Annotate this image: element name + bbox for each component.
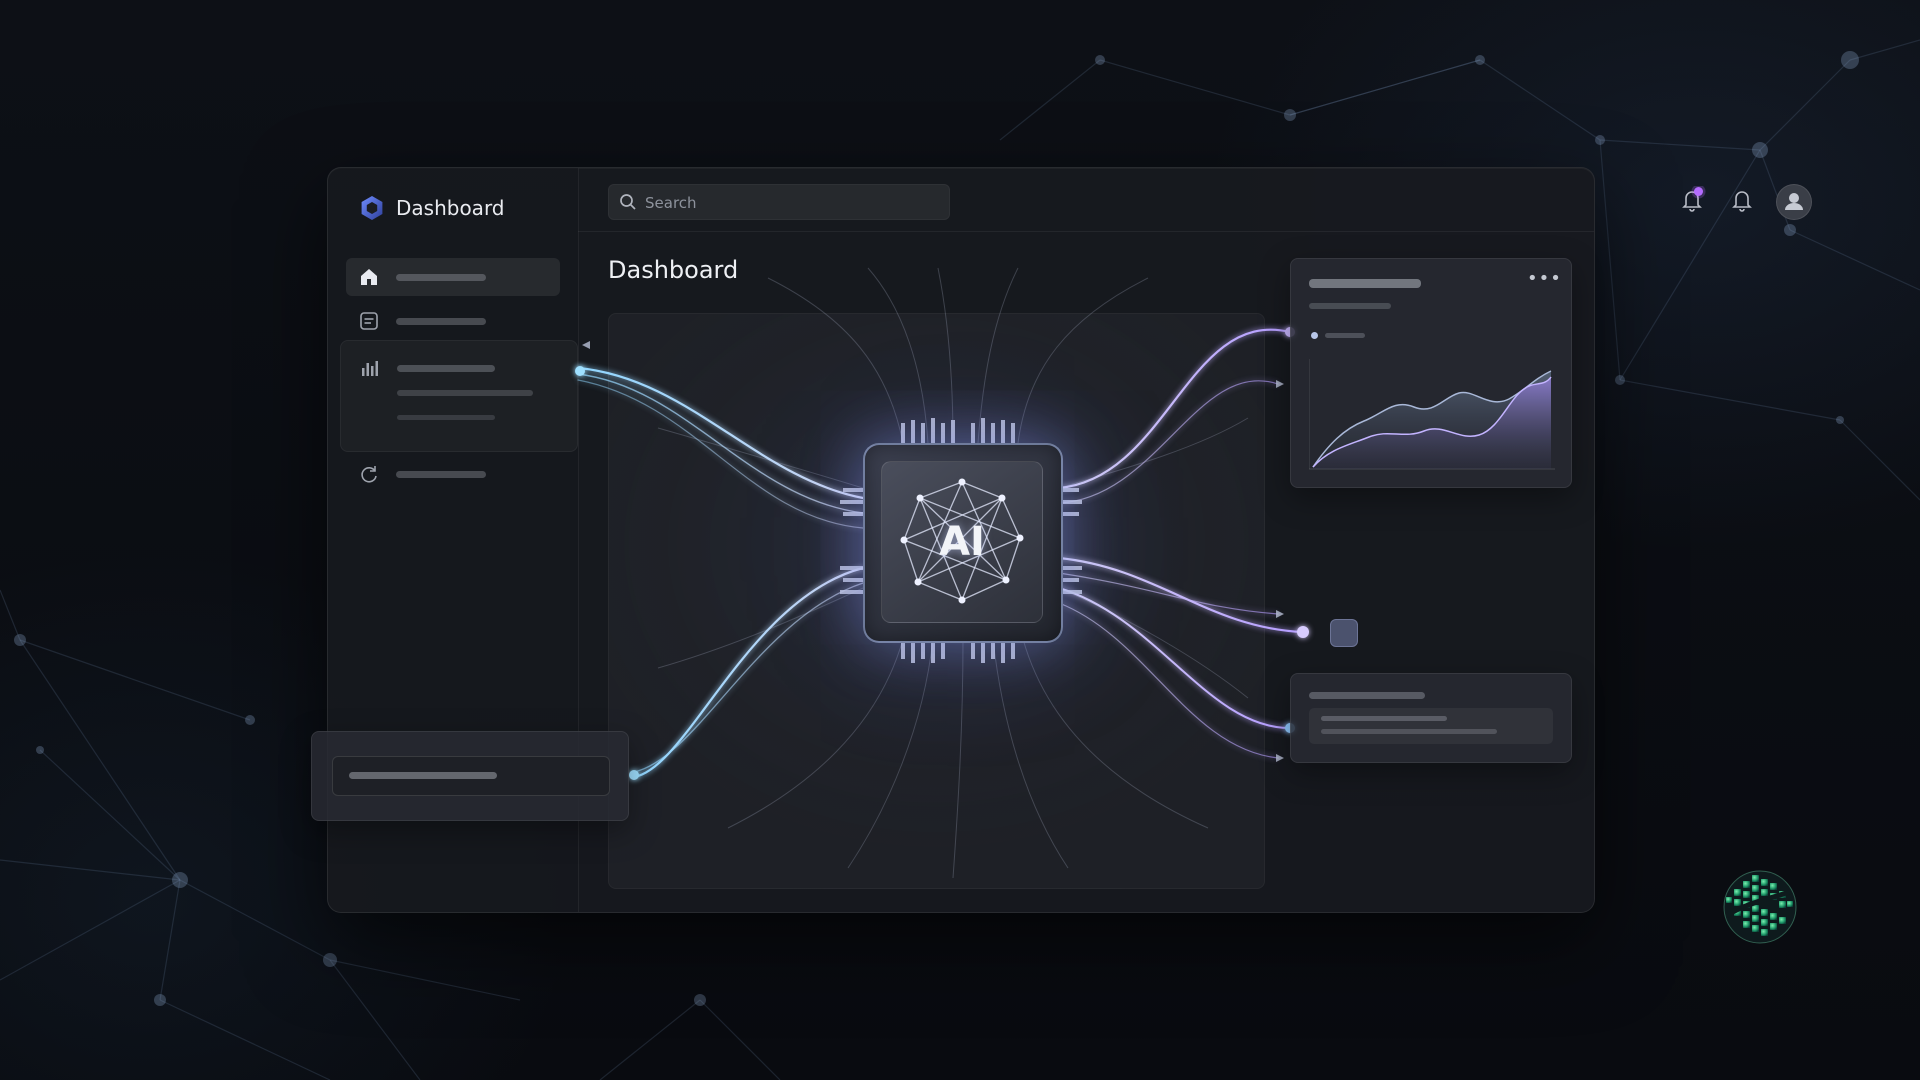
- row-line-placeholder: [1321, 716, 1447, 721]
- sidebar-item-documents[interactable]: [346, 302, 560, 340]
- sidebar-item-label-placeholder: [396, 274, 486, 281]
- summary-card[interactable]: [1290, 673, 1572, 763]
- text-field[interactable]: [332, 756, 610, 796]
- analytics-card[interactable]: •••: [1290, 258, 1572, 488]
- card-title-placeholder: [1309, 692, 1425, 699]
- app-stage: Dashboard Search Dashboard AI •••: [0, 0, 1920, 1080]
- notification-bell-with-badge-icon[interactable]: [1678, 186, 1706, 214]
- bar-chart-icon: [362, 361, 378, 376]
- user-avatar[interactable]: [1776, 184, 1812, 220]
- cycle-icon: [361, 466, 377, 483]
- sidebar-item-home[interactable]: [346, 258, 560, 296]
- sidebar-item-label-placeholder: [397, 365, 495, 372]
- connection-node[interactable]: [1330, 619, 1358, 647]
- card-title-placeholder: [1309, 279, 1421, 288]
- sidebar-item-analytics[interactable]: [340, 340, 578, 452]
- search-icon: [620, 194, 636, 210]
- hexagon-logo-icon: [361, 196, 383, 220]
- card-subtitle-placeholder: [1309, 303, 1391, 309]
- bell-icon[interactable]: [1728, 186, 1756, 214]
- sidebar-item-sync[interactable]: [346, 455, 560, 493]
- field-value-placeholder: [349, 772, 497, 779]
- globe-logo-icon: [1723, 870, 1797, 944]
- sidebar-item-label-placeholder: [396, 471, 486, 478]
- sidebar-subitem-placeholder[interactable]: [397, 415, 495, 420]
- sidebar-item-label-placeholder: [396, 318, 486, 325]
- card-row[interactable]: [1309, 708, 1553, 744]
- row-line-placeholder: [1321, 729, 1497, 734]
- search-input[interactable]: [643, 185, 937, 221]
- more-horizontal-icon[interactable]: •••: [1527, 270, 1561, 289]
- user-icon: [1785, 193, 1803, 210]
- input-card: [311, 731, 629, 821]
- home-icon: [361, 269, 377, 285]
- ai-chip-core: AI: [881, 461, 1043, 623]
- page-title: Dashboard: [608, 256, 739, 284]
- ai-chip: AI: [863, 443, 1063, 643]
- document-icon: [360, 312, 378, 330]
- legend-dot: [1311, 332, 1318, 339]
- chip-label: AI: [939, 519, 985, 565]
- sidebar-subitem-placeholder[interactable]: [397, 390, 533, 396]
- legend-label-placeholder: [1325, 333, 1365, 338]
- brand[interactable]: Dashboard: [358, 188, 505, 228]
- brand-title: Dashboard: [396, 196, 505, 220]
- dashboard-window: Dashboard Search Dashboard AI •••: [311, 167, 1812, 913]
- top-bar: [578, 168, 1812, 232]
- area-chart-graphic: [1309, 359, 1555, 470]
- search-box[interactable]: [608, 184, 950, 221]
